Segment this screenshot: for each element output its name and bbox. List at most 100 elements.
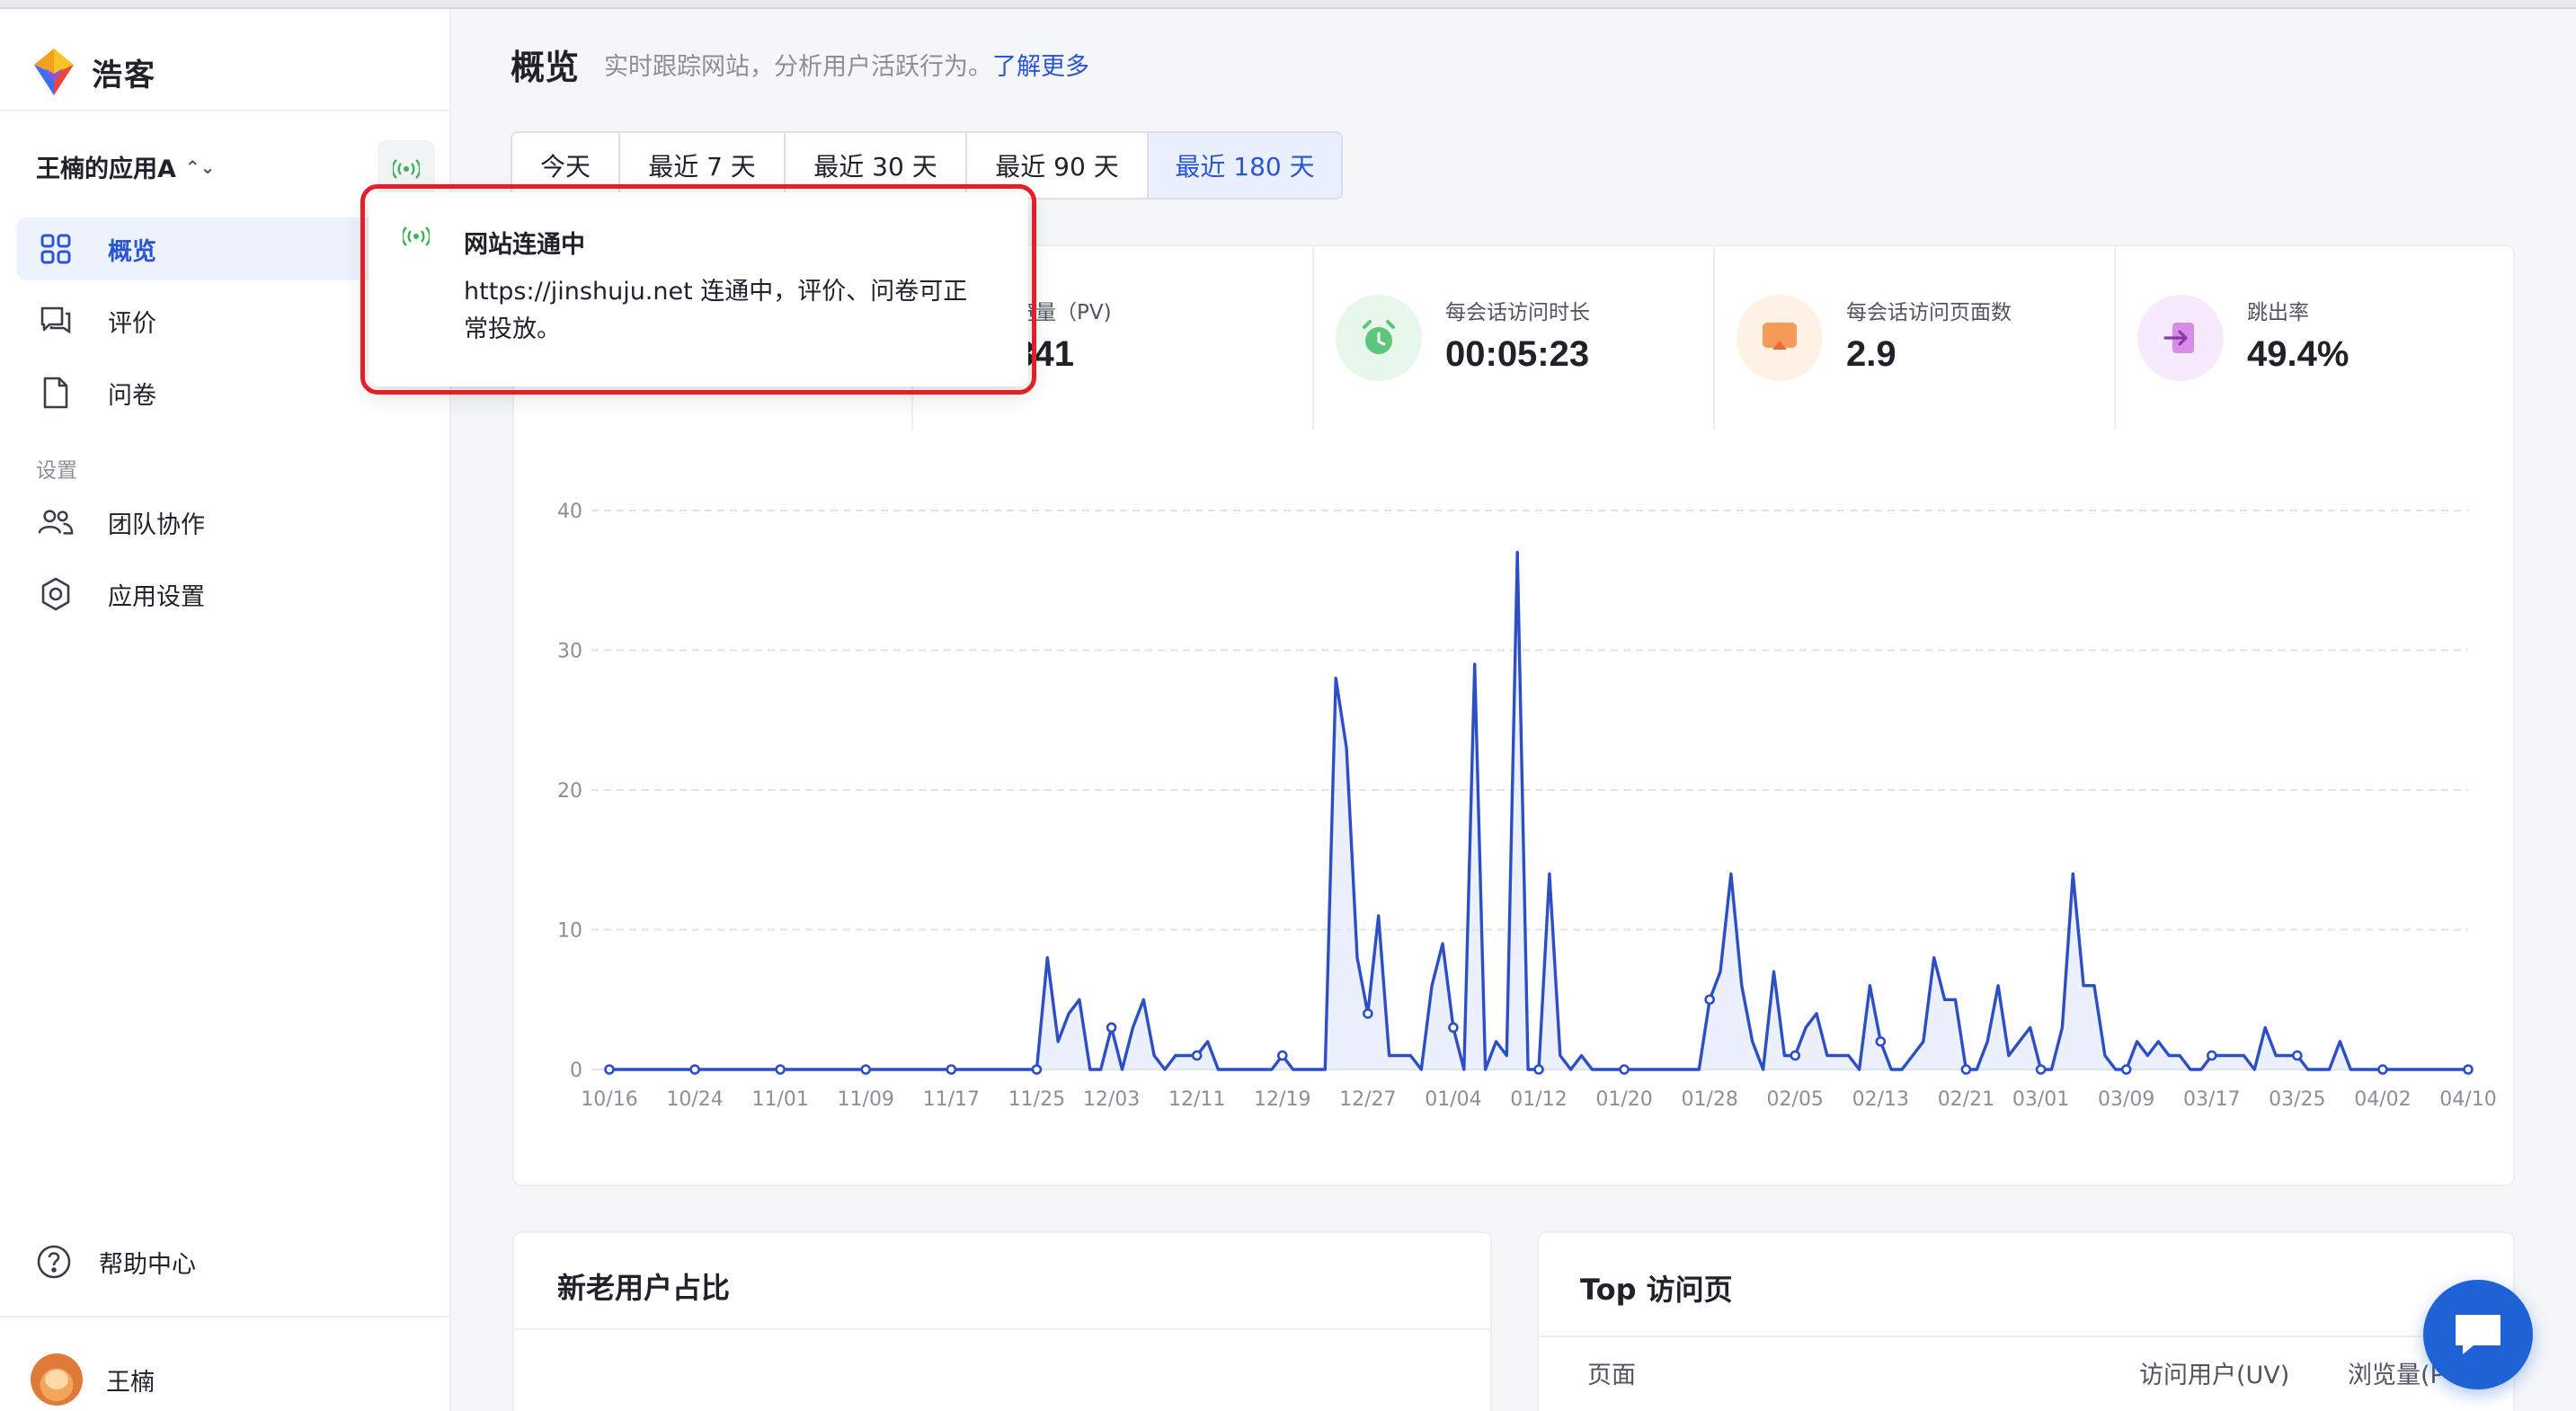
broadcast-icon (393, 159, 420, 179)
traffic-chart-svg: 0 10 20 30 40 10/16 10/24 11/01 11/09 11/17 11/25 1… (557, 501, 2497, 1111)
date-range-tabs: 今天 最近 7 天 最近 30 天 最近 90 天 最近 180 天 (511, 131, 1343, 200)
connection-status-button[interactable] (378, 140, 435, 198)
chat-support-button[interactable] (2423, 1280, 2533, 1389)
stat-label: 跳出率 (2247, 301, 2309, 324)
x-tick-label: 03/17 (2183, 1088, 2240, 1111)
data-point (1875, 1036, 1887, 1047)
data-point (1619, 1064, 1630, 1075)
data-point (946, 1064, 957, 1075)
stat-pages-per-session[interactable]: 每会话访问页面数 2.9 (1715, 244, 2116, 430)
new-vs-returning-card: 新老用户占比 (512, 1231, 1492, 1411)
page-title: 概览 (511, 48, 580, 87)
tab-last-180-days[interactable]: 最近 180 天 (1149, 133, 1341, 198)
x-tick-label: 10/16 (581, 1088, 637, 1111)
x-tick-label: 01/04 (1425, 1088, 1481, 1111)
chat-bubble-icon (2456, 1315, 2500, 1354)
stat-bounce-rate[interactable]: 跳出率 49.4% (2116, 244, 2515, 430)
broadcast-icon (403, 226, 430, 246)
sidebar-item-team[interactable]: 团队协作 (16, 491, 394, 554)
x-tick-label: 01/12 (1510, 1088, 1567, 1111)
series-area (609, 552, 2468, 1069)
data-point (689, 1064, 700, 1075)
sidebar-item-surveys[interactable]: 问卷 (16, 361, 394, 424)
series-line (609, 550, 2468, 1071)
alarm-clock-icon (1336, 295, 1422, 381)
sidebar-item-label: 问卷 (108, 381, 156, 410)
x-tick-label: 01/20 (1595, 1088, 1652, 1111)
data-point (1533, 1064, 1544, 1075)
connection-status-popover: 网站连通中 https://jinshuju.net 连通中，评价、问卷可正常投… (360, 184, 1036, 395)
sidebar-item-label: 评价 (108, 309, 156, 338)
learn-more-link[interactable]: 了解更多 (992, 53, 1089, 81)
x-tick-label: 03/25 (2269, 1088, 2325, 1111)
stat-value: 49.4% (2247, 334, 2349, 374)
x-tick-label: 11/25 (1008, 1088, 1065, 1111)
top-pages-card: Top 访问页 页面 访问用户(UV) 浏览量(P (1537, 1231, 2515, 1411)
grid-icon (38, 231, 74, 267)
stat-value: 2.9 (1846, 334, 1896, 374)
card-title: Top 访问页 (1580, 1273, 1733, 1307)
card-title: 新老用户占比 (557, 1271, 731, 1305)
x-tick-label: 10/24 (666, 1088, 723, 1111)
sidebar-item-label: 应用设置 (108, 582, 205, 611)
sidebar-item-app-settings[interactable]: 应用设置 (16, 563, 394, 626)
brand-logo-icon (34, 49, 74, 95)
page-subtitle-text: 实时跟踪网站，分析用户活跃行为。 (604, 53, 992, 81)
y-tick-label: 20 (557, 780, 582, 803)
data-point (860, 1064, 872, 1075)
team-icon (38, 504, 74, 540)
sidebar-divider (0, 1316, 449, 1318)
chevron-up-down-icon: ⌃⌄ (184, 155, 216, 178)
sidebar-divider (0, 110, 449, 111)
data-point (1031, 1064, 1043, 1075)
data-point (2377, 1064, 2388, 1075)
app-switcher[interactable]: 王楠的应用A ⌃⌄ (36, 149, 215, 184)
tab-today[interactable]: 今天 (512, 133, 620, 198)
x-tick-label: 03/09 (2098, 1088, 2154, 1111)
x-tick-label: 11/09 (838, 1088, 894, 1111)
stat-label: 每会话访问页面数 (1846, 301, 2012, 324)
sidebar-item-overview[interactable]: 概览 (16, 217, 394, 280)
user-profile[interactable]: 王楠 (31, 1353, 155, 1406)
traffic-chart: 0 10 20 30 40 10/16 10/24 11/01 11/09 11/17 11/25 1… (512, 430, 2515, 1185)
tab-last-7-days[interactable]: 最近 7 天 (620, 133, 786, 198)
brand-logo[interactable]: 浩客 (29, 36, 156, 108)
popover-title: 网站连通中 (464, 231, 585, 259)
data-point (1363, 1007, 1373, 1019)
x-tick-label: 04/10 (2439, 1088, 2496, 1111)
column-header-page[interactable]: 页面 (1587, 1355, 1636, 1390)
y-tick-label: 10 (557, 920, 582, 943)
gear-icon (38, 576, 74, 612)
data-point (2292, 1050, 2303, 1061)
brand-name: 浩客 (92, 57, 156, 93)
stat-session-duration[interactable]: 每会话访问时长 00:05:23 (1314, 244, 1715, 430)
data-point (1276, 1050, 1288, 1061)
data-point (1790, 1050, 1801, 1061)
y-tick-label: 40 (557, 501, 582, 523)
stat-label: 每会话访问时长 (1445, 301, 1590, 324)
y-tick-label: 30 (557, 641, 582, 663)
x-tick-label: 12/11 (1168, 1088, 1225, 1111)
x-tick-label: 11/17 (923, 1088, 980, 1111)
x-tick-label: 01/28 (1681, 1088, 1737, 1111)
x-tick-label: 02/21 (1938, 1088, 1994, 1111)
card-divider (514, 1328, 1490, 1330)
x-tick-label: 04/02 (2354, 1088, 2411, 1111)
data-point (2206, 1050, 2217, 1061)
sidebar-item-reviews[interactable]: 评价 (16, 289, 394, 352)
tab-last-90-days[interactable]: 最近 90 天 (967, 133, 1149, 198)
data-point (2463, 1064, 2474, 1075)
stat-value: 00:05:23 (1445, 334, 1590, 374)
help-center-link[interactable]: 帮助中心 (36, 1244, 196, 1280)
x-tick-label: 12/19 (1254, 1088, 1310, 1111)
data-point (1960, 1064, 1972, 1075)
card-divider (1539, 1336, 2513, 1337)
data-point (1191, 1050, 1203, 1061)
window-top-edge (0, 0, 2576, 9)
data-point (1704, 994, 1715, 1006)
tab-last-30-days[interactable]: 最近 30 天 (786, 133, 967, 198)
x-tick-label: 02/13 (1852, 1088, 1909, 1111)
data-point (2120, 1064, 2132, 1075)
exit-icon (2137, 295, 2224, 381)
column-header-uv[interactable]: 访问用户(UV) (2139, 1355, 2289, 1390)
